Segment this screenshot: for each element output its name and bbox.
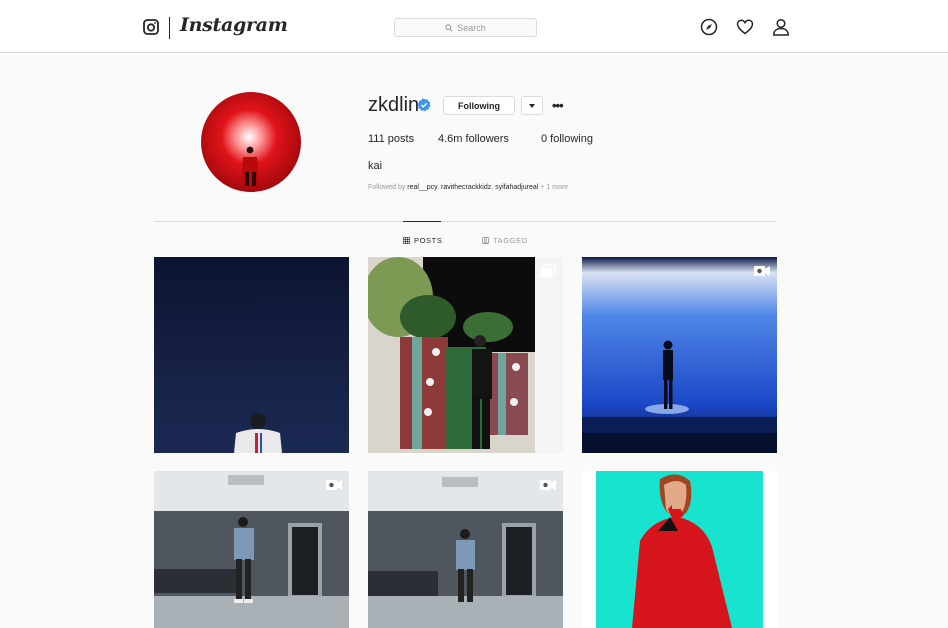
grid-icon [403,237,410,244]
verified-badge-icon [417,98,431,112]
top-nav-bar: Instagram Search [0,0,948,53]
post-thumbnail[interactable] [154,471,349,628]
tab-tagged[interactable]: TAGGED [482,236,528,245]
post-image [154,471,349,628]
followers-count[interactable]: 4.6m followers [438,133,509,145]
active-tab-indicator [403,221,441,222]
camera-icon[interactable] [143,19,159,35]
instagram-logo[interactable]: Instagram [180,14,288,36]
search-input[interactable]: Search [394,18,537,37]
video-camera-icon [540,480,556,490]
post-image [582,471,777,628]
tagged-icon [482,237,489,244]
post-image [582,257,777,453]
heart-icon[interactable] [736,18,754,36]
logo-divider [169,17,170,39]
follower-name[interactable]: syifahadjureal [495,184,538,191]
carousel-icon [540,264,556,278]
post-thumbnail[interactable] [582,471,777,628]
video-camera-icon [754,266,770,276]
post-thumbnail[interactable] [368,471,563,628]
post-thumbnail[interactable] [368,257,563,453]
post-image [368,257,563,453]
profile-full-name: kai [368,160,383,172]
post-thumbnail[interactable] [582,257,777,453]
follower-name[interactable]: ravithecrackkidz [441,184,491,191]
more-options-button[interactable]: ••• [552,98,564,113]
following-count[interactable]: 0 following [541,133,593,145]
followed-by-more[interactable]: + 1 more [538,184,568,191]
post-thumbnail[interactable] [154,257,349,453]
followed-by-text[interactable]: Followed by real__pcy, ravithecrackkidz,… [368,184,568,191]
search-icon [445,23,453,32]
caret-down-icon [529,103,535,108]
followed-by-prefix: Followed by [368,184,408,191]
tab-posts-label: POSTS [414,236,443,245]
video-camera-icon [326,480,342,490]
search-placeholder: Search [457,22,486,33]
tab-posts[interactable]: POSTS [403,236,442,245]
person-icon[interactable] [772,18,790,36]
post-image [154,257,349,453]
tabs-divider [154,221,777,222]
tab-tagged-label: TAGGED [493,236,528,245]
profile-avatar[interactable] [201,92,301,192]
suggestions-dropdown-button[interactable] [521,96,543,115]
following-button[interactable]: Following [443,96,515,115]
follower-name[interactable]: real__pcy [407,184,437,191]
post-image [368,471,563,628]
profile-username: zkdlin [368,94,420,116]
posts-count: 111 posts [368,133,415,145]
compass-icon[interactable] [700,18,718,36]
